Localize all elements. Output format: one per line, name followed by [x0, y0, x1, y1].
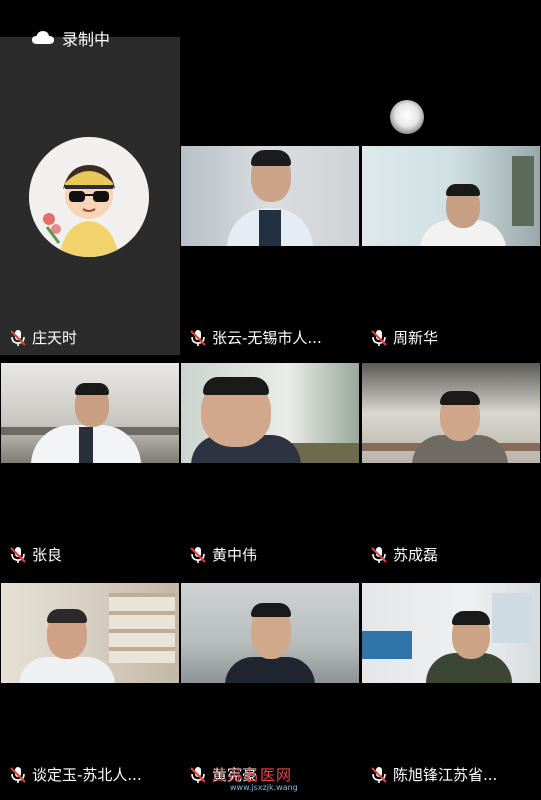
participant-name: 陈旭锋江苏省... — [393, 766, 498, 784]
participant-tile-7[interactable]: 谈定玉-苏北人... — [0, 582, 180, 800]
video-feed — [1, 363, 179, 463]
status-light — [390, 100, 424, 134]
mic-muted-icon — [371, 767, 387, 783]
cloud-icon — [32, 31, 54, 44]
mic-muted-icon — [190, 767, 206, 783]
participant-name: 周新华 — [393, 329, 439, 347]
participant-name: 庄天时 — [32, 329, 78, 347]
watermark-text: 江苏名医网 — [212, 766, 293, 784]
participant-name-bar: 张良 — [8, 545, 176, 565]
cartoon-avatar-icon — [29, 137, 149, 257]
mic-muted-icon — [10, 547, 26, 563]
watermark-url: www.jsxzjk.wang — [230, 783, 298, 792]
video-feed — [362, 583, 540, 683]
video-feed — [181, 146, 359, 246]
participant-tile-1[interactable]: 庄天时 — [0, 37, 180, 355]
participant-tile-5[interactable]: 黄中伟 — [180, 362, 361, 572]
person-figure — [19, 657, 115, 683]
participant-name-bar: 苏成磊 — [369, 545, 537, 565]
video-feed — [181, 363, 359, 463]
mic-muted-icon — [371, 330, 387, 346]
participant-tile-9[interactable]: 陈旭锋江苏省... — [361, 582, 541, 800]
video-feed — [362, 363, 540, 463]
mic-muted-icon — [190, 547, 206, 563]
avatar — [29, 137, 149, 257]
mic-muted-icon — [10, 767, 26, 783]
participant-name-bar: 陈旭锋江苏省... — [369, 765, 537, 785]
participant-name-bar: 谈定玉-苏北人... — [8, 765, 176, 785]
watermark: 江苏名医网 www.jsxzjk.wang — [212, 764, 298, 792]
participant-name-bar: 庄天时 — [8, 328, 173, 348]
participant-tile-3[interactable]: 周新华 — [361, 145, 541, 355]
video-feed — [1, 583, 179, 683]
participant-name-bar: 张云-无锡市人... — [188, 328, 356, 348]
participant-name-bar: 黄中伟 — [188, 545, 356, 565]
participant-tile-6[interactable]: 苏成磊 — [361, 362, 541, 572]
recording-label: 录制中 — [62, 30, 111, 49]
video-feed — [362, 146, 540, 246]
mic-muted-icon — [190, 330, 206, 346]
participant-name: 张良 — [32, 546, 63, 564]
video-feed — [181, 583, 359, 683]
participant-tile-2[interactable]: 张云-无锡市人... — [180, 145, 361, 355]
participant-name: 张云-无锡市人... — [212, 329, 322, 347]
person-figure — [225, 657, 315, 683]
participant-name-bar: 周新华 — [369, 328, 537, 348]
mic-muted-icon — [371, 547, 387, 563]
recording-indicator: 录制中 — [32, 26, 110, 50]
mic-muted-icon — [10, 330, 26, 346]
participant-name: 谈定玉-苏北人... — [32, 766, 142, 784]
participant-tile-4[interactable]: 张良 — [0, 362, 180, 572]
participant-name: 黄中伟 — [212, 546, 258, 564]
participant-name: 苏成磊 — [393, 546, 439, 564]
